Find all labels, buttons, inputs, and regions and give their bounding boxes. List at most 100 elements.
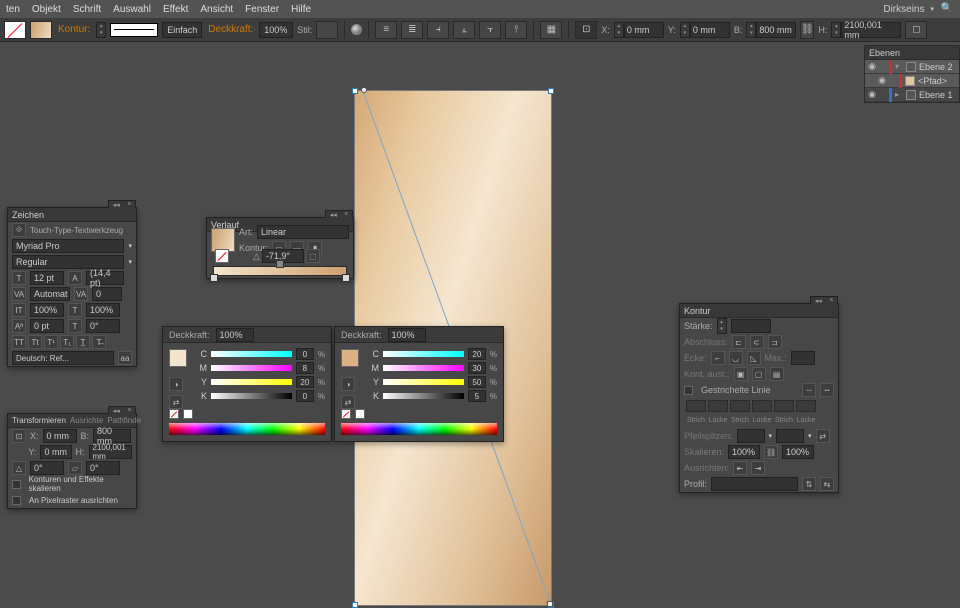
panel-tab[interactable]: Zeichen (12, 210, 44, 220)
align-icon[interactable]: ⫞ (427, 21, 449, 39)
layer-row[interactable]: ◉ <Pfad> (865, 74, 959, 88)
menu-item[interactable]: Effekt (163, 4, 188, 15)
disclosure-icon[interactable]: ▸ (895, 90, 903, 99)
gradient-stop[interactable] (342, 274, 350, 282)
superscript-icon[interactable]: T¹ (44, 335, 58, 349)
stroke-preview[interactable] (110, 23, 158, 37)
white-swatch[interactable] (183, 409, 193, 419)
m-slider[interactable] (211, 365, 292, 371)
k-value[interactable]: 0 (296, 390, 314, 402)
profile-field[interactable] (711, 477, 798, 491)
none-swatch[interactable] (169, 409, 179, 419)
swap-icon[interactable]: ⇄ (169, 395, 183, 409)
antialias-icon[interactable]: aa (118, 351, 132, 365)
search-icon[interactable]: 🔍 (940, 2, 954, 16)
shape-icon[interactable]: ◻ (905, 21, 927, 39)
y-slider[interactable] (383, 379, 464, 385)
y-slider[interactable] (211, 379, 292, 385)
dash-field[interactable] (686, 400, 706, 412)
aspect-icon[interactable]: ⬚ (306, 249, 320, 263)
visibility-icon[interactable]: ◉ (867, 61, 877, 72)
c-value[interactable]: 0 (296, 348, 314, 360)
align-center-icon[interactable]: ▣ (734, 367, 748, 381)
link-icon[interactable]: ⛓ (764, 445, 778, 459)
eyedropper-icon[interactable]: ◑ (341, 377, 355, 391)
menu-item[interactable]: ten (6, 4, 20, 15)
k-value[interactable]: 5 (468, 390, 486, 402)
caps-icon[interactable]: TT (12, 335, 26, 349)
touch-type-icon[interactable]: ⟐ (12, 223, 26, 237)
no-selection-icon[interactable] (4, 21, 26, 39)
scale2-field[interactable]: 100% (782, 445, 814, 459)
x-stepper[interactable]: ▴▾ (614, 22, 624, 38)
dash-align-icon[interactable]: ┄ (802, 383, 816, 397)
stop-opacity-field[interactable]: 100% (216, 328, 254, 342)
disclosure-icon[interactable]: ▾ (895, 62, 903, 71)
flip-v-icon[interactable]: ⇅ (802, 477, 816, 491)
menu-item[interactable]: Hilfe (291, 4, 311, 15)
close-icon[interactable]: × (344, 211, 348, 218)
layer-name[interactable]: <Pfad> (918, 76, 947, 86)
white-swatch[interactable] (355, 409, 365, 419)
x-field[interactable]: 0 mm (624, 22, 664, 38)
font-size-field[interactable]: 12 pt (30, 271, 64, 285)
b-field[interactable]: 800 mm (93, 429, 131, 443)
swap-arrows-icon[interactable]: ⇄ (816, 429, 830, 443)
y-value[interactable]: 20 (296, 376, 314, 388)
y-field[interactable]: 0 mm (40, 445, 71, 459)
stroke-weight-stepper[interactable]: ▴▾ (96, 22, 106, 38)
gradient-stop[interactable] (210, 274, 218, 282)
join-bevel-icon[interactable]: ◺ (747, 351, 761, 365)
menu-item[interactable]: Fenster (245, 4, 279, 15)
collapse-icon[interactable]: ◂◂ (815, 297, 822, 305)
handle-tr[interactable] (548, 88, 554, 94)
no-stroke-swatch[interactable] (215, 249, 229, 263)
layer-row[interactable]: ◉ ▾ Ebene 2 (865, 60, 959, 74)
workspace-switcher[interactable]: Dirkseins (883, 4, 924, 15)
close-icon[interactable]: × (829, 297, 833, 304)
panel-tab[interactable]: Transformieren (12, 416, 66, 425)
join-round-icon[interactable]: ◡ (729, 351, 743, 365)
m-slider[interactable] (383, 365, 464, 371)
menu-item[interactable]: Schrift (73, 4, 101, 15)
m-value[interactable]: 30 (468, 362, 486, 374)
shear-field[interactable]: 0° (86, 461, 120, 475)
graphic-style[interactable] (316, 21, 338, 39)
visibility-icon[interactable]: ◉ (867, 89, 877, 100)
reference-point[interactable]: ⊡ (575, 21, 597, 39)
hscale-field[interactable]: 100% (86, 303, 120, 317)
layer-name[interactable]: Ebene 2 (919, 62, 953, 72)
limit-field[interactable] (791, 351, 815, 365)
menu-item[interactable]: Auswahl (113, 4, 151, 15)
gradient-type-select[interactable]: Linear (257, 225, 349, 239)
strikethrough-icon[interactable]: T̶ (92, 335, 106, 349)
layers-tab[interactable]: Ebenen (865, 46, 959, 60)
w-field[interactable]: 800 mm (756, 22, 796, 38)
vscale-field[interactable]: 100% (30, 303, 64, 317)
align-icon[interactable]: ⫠ (453, 21, 475, 39)
collapse-icon[interactable]: ◂◂ (113, 407, 120, 415)
c-value[interactable]: 20 (468, 348, 486, 360)
y-stepper[interactable]: ▴▾ (680, 22, 690, 38)
weight-stepper[interactable]: ▴▾ (717, 318, 727, 334)
panel-tab[interactable]: Kontur (684, 306, 711, 316)
gap-field[interactable] (708, 400, 728, 412)
dash-field[interactable] (774, 400, 794, 412)
dash-field[interactable] (730, 400, 750, 412)
scale1-field[interactable]: 100% (728, 445, 760, 459)
gradient-ramp[interactable] (213, 266, 347, 276)
subscript-icon[interactable]: T₁ (60, 335, 74, 349)
gradient-start-pin[interactable] (361, 87, 367, 93)
underline-icon[interactable]: T̲ (76, 335, 90, 349)
k-slider[interactable] (211, 393, 292, 399)
gap-field[interactable] (752, 400, 772, 412)
opacity-value[interactable]: 100% (259, 22, 293, 38)
cap-butt-icon[interactable]: ⊏ (732, 335, 746, 349)
tracking-field[interactable]: 0 (92, 287, 122, 301)
panel-tab[interactable]: Ausrichte (70, 416, 103, 425)
k-slider[interactable] (383, 393, 464, 399)
c-slider[interactable] (211, 351, 292, 357)
align-icon[interactable]: ⫯ (505, 21, 527, 39)
flip-h-icon[interactable]: ⇆ (820, 477, 834, 491)
layer-name[interactable]: Ebene 1 (919, 90, 953, 100)
